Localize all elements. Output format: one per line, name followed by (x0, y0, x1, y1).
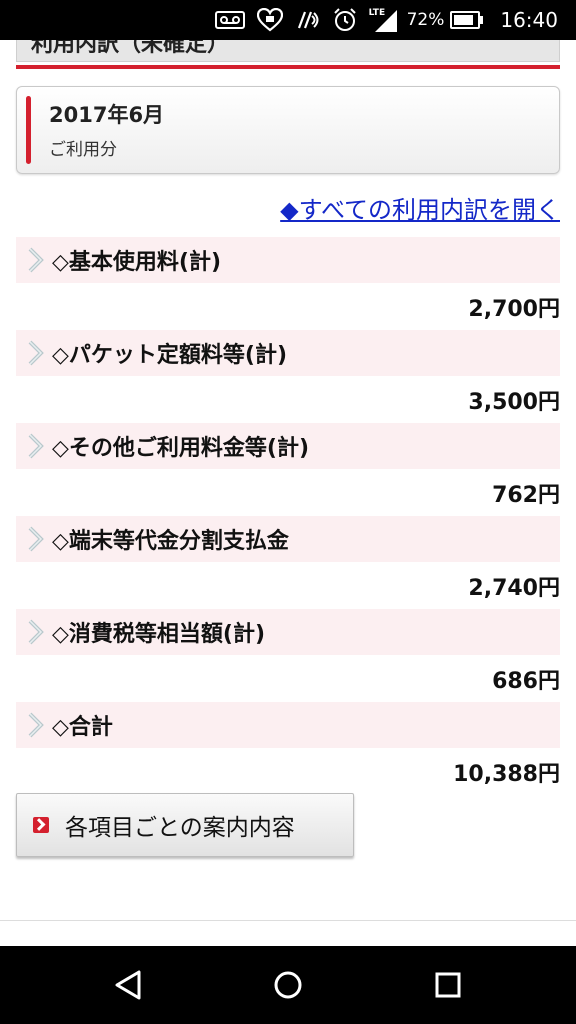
breakdown-item: ◇パケット定額料等(計) 3,500円 (16, 330, 560, 423)
back-icon[interactable] (88, 946, 168, 1024)
navigation-bar (0, 946, 576, 1024)
breakdown-item-title: ◇その他ご利用料金等(計) (52, 436, 310, 461)
breakdown-item-amount: 686円 (492, 669, 560, 694)
item-guide-button[interactable]: 各項目ごとの案内内容 (16, 793, 354, 857)
open-all-details-link[interactable]: ◆すべての利用内訳を開く (280, 190, 560, 225)
breakdown-item-total: ◇合計 10,388円 (16, 702, 560, 795)
chevron-right-icon (16, 609, 52, 655)
home-icon[interactable] (248, 946, 328, 1024)
battery-icon (450, 11, 484, 29)
breakdown-list: ◇基本使用料(計) 2,700円 ◇パケット定額料等(計) 3,500円 ◇その… (16, 237, 560, 795)
battery-percent: 72% (406, 10, 445, 30)
chevron-right-icon (16, 330, 52, 376)
voicemail-icon (214, 9, 245, 31)
chevron-right-icon (16, 516, 52, 562)
breakdown-item-title: ◇パケット定額料等(計) (52, 343, 288, 368)
breakdown-item-header[interactable]: ◇消費税等相当額(計) (16, 609, 560, 655)
chevron-right-icon (16, 702, 52, 748)
breakdown-item-header[interactable]: ◇端末等代金分割支払金 (16, 516, 560, 562)
month-accent-bar (26, 96, 31, 164)
breakdown-item-amount: 2,740円 (468, 576, 560, 601)
nfc-icon (295, 8, 321, 32)
section-title: 利用内訳（未確定） (31, 40, 230, 57)
breakdown-item-title: ◇端末等代金分割支払金 (52, 529, 289, 554)
billing-month-sub: ご利用分 (49, 140, 117, 160)
signal-icon: LTE (369, 8, 397, 32)
footer-divider (0, 920, 576, 921)
alarm-icon (333, 8, 357, 32)
breakdown-item: ◇基本使用料(計) 2,700円 (16, 237, 560, 330)
status-bar: LTE 72% 16:40 (0, 0, 576, 40)
breakdown-item-header[interactable]: ◇パケット定額料等(計) (16, 330, 560, 376)
breakdown-item-header[interactable]: ◇合計 (16, 702, 560, 748)
item-guide-label: 各項目ごとの案内内容 (65, 815, 295, 841)
breakdown-item-header[interactable]: ◇その他ご利用料金等(計) (16, 423, 560, 469)
billing-month-box: 2017年6月 ご利用分 (16, 86, 560, 174)
breakdown-item-amount: 10,388円 (453, 762, 560, 787)
breakdown-item-amount: 762円 (492, 483, 560, 508)
heart-app-icon (256, 8, 283, 32)
arrow-right-icon (33, 817, 49, 833)
breakdown-item-title: ◇合計 (52, 715, 113, 740)
breakdown-item-title: ◇基本使用料(計) (52, 250, 222, 275)
breakdown-item: ◇端末等代金分割支払金 2,740円 (16, 516, 560, 609)
page-content: 利用内訳（未確定） 2017年6月 ご利用分 ◆すべての利用内訳を開く ◇基本使… (0, 40, 576, 946)
section-header: 利用内訳（未確定） (16, 40, 560, 62)
breakdown-item-header[interactable]: ◇基本使用料(計) (16, 237, 560, 283)
breakdown-item-title: ◇消費税等相当額(計) (52, 622, 266, 647)
breakdown-item-amount: 3,500円 (468, 390, 560, 415)
billing-month: 2017年6月 (49, 103, 165, 127)
breakdown-item-amount: 2,700円 (468, 297, 560, 322)
recents-icon[interactable] (408, 946, 488, 1024)
breakdown-item: ◇その他ご利用料金等(計) 762円 (16, 423, 560, 516)
section-divider (16, 65, 560, 69)
chevron-right-icon (16, 237, 52, 283)
clock: 16:40 (500, 8, 558, 32)
chevron-right-icon (16, 423, 52, 469)
breakdown-item: ◇消費税等相当額(計) 686円 (16, 609, 560, 702)
